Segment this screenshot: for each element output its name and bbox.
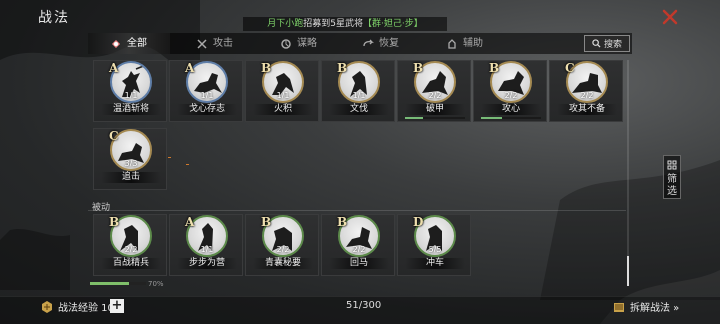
- skill-grade: A: [185, 215, 195, 229]
- skill-name: 文伐: [329, 104, 389, 115]
- passive-section-label: 被动: [92, 203, 111, 213]
- tab-strategy-label: 谋略: [297, 38, 317, 49]
- skill-count: 1/1: [352, 91, 366, 100]
- skill-grade: B: [261, 215, 272, 229]
- notice-text: 招募到5星武将: [303, 19, 363, 29]
- strategy-icon: [281, 38, 291, 49]
- close-icon[interactable]: [661, 8, 679, 26]
- filter-grid-icon: [667, 160, 677, 170]
- skill-count: 3/3: [124, 159, 138, 168]
- skill-grade: D: [413, 215, 424, 229]
- skill-grade: B: [489, 61, 500, 75]
- skill-card[interactable]: B 2/2 回马: [321, 214, 395, 276]
- all-icon: [112, 39, 120, 48]
- skill-count: 2/2: [504, 91, 518, 100]
- recruit-notice-banner: 月下小跑招募到5星武将【群·妲己·步】: [243, 17, 447, 31]
- xp-scroll-icon: [42, 300, 52, 313]
- tab-support-label: 辅助: [463, 38, 483, 49]
- skill-xp-display: 战法经验 10: [40, 299, 114, 314]
- skill-grade: C: [109, 129, 119, 143]
- skill-xp-progress-bar: [90, 282, 146, 285]
- skill-grade: B: [413, 61, 424, 75]
- tab-attack-label: 攻击: [213, 38, 233, 49]
- skill-xp-progress-fill: [90, 282, 130, 285]
- skill-name: 火积: [253, 104, 313, 115]
- tab-recovery-label: 恢复: [379, 38, 399, 49]
- skill-name: 攻心: [481, 104, 541, 115]
- page-title: 战法: [38, 10, 70, 26]
- skill-card[interactable]: B 1/1 文伐: [321, 60, 395, 122]
- tab-recovery[interactable]: 恢复: [362, 33, 399, 54]
- category-tab-bar: 全部 攻击 谋略 恢复 辅助: [88, 33, 632, 54]
- skill-card[interactable]: C 2/2 攻其不备: [549, 60, 623, 122]
- skill-count: 1/1: [200, 245, 214, 254]
- skill-name: 温酒斩将: [101, 104, 161, 115]
- skill-count: 2/2: [580, 91, 594, 100]
- tab-support[interactable]: 辅助: [446, 33, 483, 54]
- skill-progress-bar: [481, 117, 541, 119]
- skill-grade: B: [109, 215, 120, 229]
- tab-all-label: 全部: [127, 38, 147, 49]
- filter-button[interactable]: 筛选: [663, 155, 681, 199]
- skill-card[interactable]: B 2/2 破甲: [397, 60, 471, 122]
- ember-spark: [168, 157, 171, 158]
- tab-all[interactable]: 全部: [110, 33, 147, 54]
- skill-card[interactable]: A 1/1 戈心存志: [169, 60, 243, 122]
- skill-name: 追击: [101, 172, 161, 183]
- notice-general: 【群·妲己·步】: [363, 19, 423, 29]
- section-divider: [88, 210, 626, 211]
- tab-strategy[interactable]: 谋略: [280, 33, 317, 54]
- skill-grade: B: [261, 61, 272, 75]
- skill-count: 1/1: [276, 91, 290, 100]
- skill-card[interactable]: C 3/3 追击: [93, 128, 167, 190]
- recovery-icon: [363, 39, 374, 46]
- skill-count: 5/5: [428, 245, 442, 254]
- skill-card[interactable]: D 5/5 冲车: [397, 214, 471, 276]
- skill-xp-percent: 70%: [148, 280, 164, 288]
- skill-count: 1/1: [124, 91, 138, 100]
- tab-attack[interactable]: 攻击: [196, 33, 233, 54]
- skill-name: 青囊秘要: [253, 258, 313, 269]
- skill-name: 戈心存志: [177, 104, 237, 115]
- skill-grade: A: [185, 61, 195, 75]
- scrollbar[interactable]: [627, 60, 629, 286]
- search-icon: [592, 39, 601, 48]
- skill-name: 攻其不备: [557, 104, 617, 115]
- skill-count: 2/2: [352, 245, 366, 254]
- skill-name: 冲车: [405, 258, 465, 269]
- search-label: 搜索: [603, 40, 622, 50]
- skill-card[interactable]: A 1/1 步步为营: [169, 214, 243, 276]
- skill-card[interactable]: B 1/1 火积: [245, 60, 319, 122]
- skill-progress-bar: [405, 117, 465, 119]
- scroll-icon: [614, 302, 624, 312]
- crossed-swords-icon: [197, 38, 207, 49]
- search-button[interactable]: 搜索: [584, 35, 630, 52]
- skill-card[interactable]: B 2/2 青囊秘要: [245, 214, 319, 276]
- decompose-skill-button[interactable]: 拆解战法 »: [612, 299, 679, 314]
- skill-name: 步步为营: [177, 258, 237, 269]
- skill-card[interactable]: A 1/1 温酒斩将: [93, 60, 167, 122]
- scrollbar-thumb[interactable]: [627, 256, 629, 286]
- skill-name: 破甲: [405, 104, 465, 115]
- support-icon: [448, 38, 456, 49]
- skill-grade: B: [337, 215, 348, 229]
- skill-card[interactable]: B 2/2 攻心: [473, 60, 547, 122]
- skill-count: 2/2: [276, 245, 290, 254]
- skill-grade: A: [109, 61, 119, 75]
- add-xp-button[interactable]: +: [110, 299, 124, 313]
- notice-player: 月下小跑: [267, 19, 304, 29]
- skill-name: 百战精兵: [101, 258, 161, 269]
- decompose-label: 拆解战法 »: [630, 303, 680, 314]
- skill-count: 1/1: [200, 91, 214, 100]
- skill-grade: B: [337, 61, 348, 75]
- skill-grade: C: [565, 61, 575, 75]
- skill-count-total: 51/300: [346, 300, 382, 311]
- skill-count: 2/2: [124, 245, 138, 254]
- ember-spark: [186, 164, 189, 165]
- filter-label: 筛选: [667, 174, 677, 197]
- skill-xp-label: 战法经验 10: [58, 303, 114, 314]
- skill-count: 2/2: [428, 91, 442, 100]
- skill-card[interactable]: B 2/2 百战精兵: [93, 214, 167, 276]
- skill-name: 回马: [329, 258, 389, 269]
